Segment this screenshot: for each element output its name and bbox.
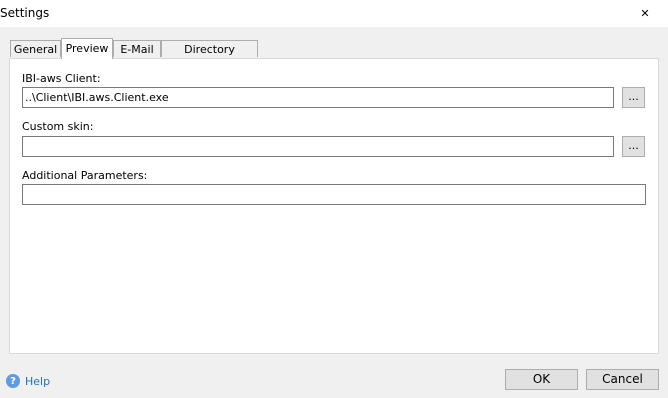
tab-email[interactable]: E-Mail xyxy=(113,40,161,57)
help-label: Help xyxy=(25,374,51,388)
ok-button[interactable]: OK xyxy=(505,369,578,390)
params-label: Additional Parameters: xyxy=(22,169,148,182)
client-label: IBI-aws Client: xyxy=(22,72,101,85)
tab-preview[interactable]: Preview xyxy=(61,38,113,59)
close-icon: ✕ xyxy=(640,7,650,20)
help-icon: ? xyxy=(6,374,20,388)
skin-browse-button[interactable]: ... xyxy=(622,136,645,157)
skin-label: Custom skin: xyxy=(22,120,94,133)
tab-general[interactable]: General xyxy=(10,40,61,57)
close-button[interactable]: ✕ xyxy=(622,0,668,27)
skin-path-input[interactable] xyxy=(22,136,614,157)
client-browse-button[interactable]: ... xyxy=(622,87,645,108)
help-link[interactable]: ? Help xyxy=(6,374,50,388)
tab-directory-services[interactable]: Directory services xyxy=(161,40,258,73)
client-path-input[interactable]: ..\Client\IBI.aws.Client.exe xyxy=(22,87,614,108)
cancel-button[interactable]: Cancel xyxy=(586,369,659,390)
params-input[interactable] xyxy=(22,184,646,205)
window-title: Settings xyxy=(0,6,50,20)
tab-panel-preview: IBI-aws Client: ..\Client\IBI.aws.Client… xyxy=(9,58,659,354)
title-bar: Settings ✕ xyxy=(0,0,668,27)
